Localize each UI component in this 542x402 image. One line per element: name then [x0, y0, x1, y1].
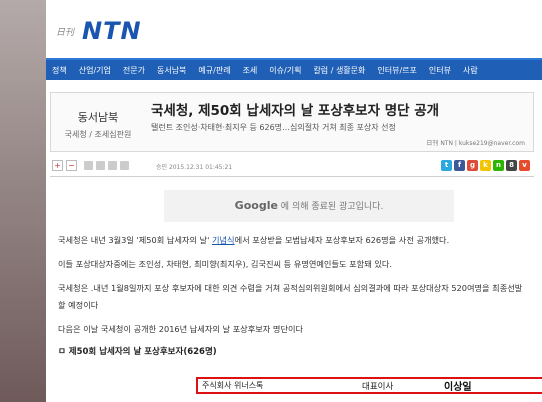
nav-item[interactable]: 조세 [237, 65, 264, 76]
article-date: 승인 2015.12.31 01:45:21 [156, 164, 233, 171]
share-k-icon[interactable]: k [480, 160, 491, 171]
paragraph-1-text-b: 에서 포상받을 모범납세자 포상후보자 626명을 사전 공개했다. [234, 235, 450, 245]
site-header: 日刊 NTN [46, 0, 542, 60]
share-v-icon[interactable]: v [519, 160, 530, 171]
share-f-icon[interactable]: f [454, 160, 465, 171]
share-8-icon[interactable]: 8 [506, 160, 517, 171]
main-nav: 정책 산업/기업 전문가 동서남북 예규/판례 조세 이슈/기획 칼럼 / 생활문화 인터뷰/르… [46, 58, 542, 80]
category-subtitle: 국세청 / 조세심판원 [64, 130, 132, 139]
nav-item[interactable]: 산업/기업 [73, 65, 117, 76]
category-box: 동서남북 국세청 / 조세심판원 [51, 93, 145, 151]
logo-prefix: 日刊 [56, 28, 75, 38]
category-title[interactable]: 동서남북 [51, 109, 145, 125]
overlay-caption-bar: 주식회사 위너스톡 대표이사 이상일 [196, 377, 542, 394]
print-icon[interactable] [84, 161, 93, 170]
nav-item[interactable]: 이슈/기획 [263, 65, 307, 76]
ad-placeholder: Google 에 의해 종료된 광고입니다. [164, 190, 454, 222]
scrap-icon[interactable] [108, 161, 117, 170]
nav-item[interactable]: 전문가 [117, 65, 151, 76]
article-headline: 국세청, 제50회 납세자의 날 포상후보자 명단 공개 [151, 103, 440, 119]
nav-item[interactable]: 칼럼 / 생활문화 [307, 65, 371, 76]
share-g-icon[interactable]: g [467, 160, 478, 171]
google-logo: Google [234, 199, 278, 212]
site-logo[interactable]: NTN [82, 17, 142, 45]
article-toolbar: + − 승인 2015.12.31 01:45:21 tfgkn8v [50, 158, 534, 174]
paragraph-2: 이들 포상대상자중에는 조인성, 차태현, 최미향(최지우), 김국진씨 등 유… [58, 259, 392, 269]
nav-item[interactable]: 인터뷰 [423, 65, 457, 76]
share-n-icon[interactable]: n [493, 160, 504, 171]
nav-item[interactable]: 사람 [457, 65, 484, 76]
email-icon[interactable] [96, 161, 105, 170]
paragraph-1: 국세청은 내년 3월3일 '제50회 납세자의 날' 기념식에서 포상받을 모범… [58, 232, 528, 249]
paragraph-1-text-a: 국세청은 내년 3월3일 '제50회 납세자의 날' [58, 235, 212, 245]
article-subheadline: 탤런트 조인성·차태현·최지우 등 626명…심의절차 거쳐 최종 포상자 선정 [151, 123, 396, 132]
ad-text: 에 의해 종료된 광고입니다. [280, 202, 384, 212]
overlay-name: 이상일 [444, 382, 472, 393]
font-increase-button[interactable]: + [52, 160, 63, 171]
paragraph-4: 다음은 이날 국세청이 공개한 2016년 납세자의 날 포상후보자 명단이다 [58, 324, 304, 334]
overlay-company: 주식회사 위너스톡 [202, 381, 264, 390]
nav-item[interactable]: 정책 [46, 65, 73, 76]
keyword-link[interactable]: 기념식 [212, 235, 235, 245]
divider [50, 176, 534, 177]
browser-page: 日刊 NTN 정책 산업/기업 전문가 동서남북 예규/판례 조세 이슈/기획 칼럼 / 생활… [46, 0, 542, 402]
nav-item[interactable]: 인터뷰/르포 [371, 65, 423, 76]
share-t-icon[interactable]: t [441, 160, 452, 171]
headline-box: 국세청, 제50회 납세자의 날 포상후보자 명단 공개 탤런트 조인성·차태현… [151, 99, 531, 133]
nav-item[interactable]: 예규/판례 [192, 65, 236, 76]
list-title: ㅁ 제50회 납세자의 날 포상후보자(626명) [58, 347, 217, 357]
sub-nav-band [46, 80, 542, 92]
article-body: 국세청은 내년 3월3일 '제50회 납세자의 날' 기념식에서 포상받을 모범… [58, 232, 528, 357]
nav-item[interactable]: 동서남북 [151, 65, 192, 76]
copy-icon[interactable] [120, 161, 129, 170]
article-byline: 日刊 NTN | kukse219@naver.com [426, 140, 525, 147]
share-icons: tfgkn8v [441, 160, 530, 171]
paragraph-3: 국세청은 .내년 1월8일까지 포상 후보자에 대한 의견 수렴을 거쳐 공적심… [58, 283, 523, 310]
overlay-role: 대표이사 [362, 381, 394, 392]
article-header: 동서남북 국세청 / 조세심판원 국세청, 제50회 납세자의 날 포상후보자 … [50, 92, 534, 152]
font-decrease-button[interactable]: − [66, 160, 77, 171]
